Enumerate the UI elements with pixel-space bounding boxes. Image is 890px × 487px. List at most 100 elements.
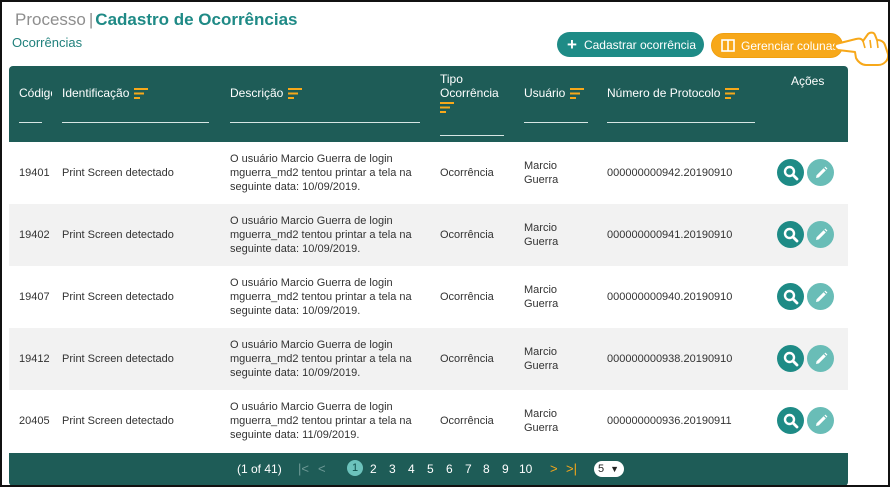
table-row: 20405 Print Screen detectado O usuário M…: [9, 390, 848, 452]
column-header-protocolo[interactable]: Número de Protocolo: [607, 86, 740, 100]
sort-icon[interactable]: [134, 88, 149, 100]
edit-button[interactable]: [807, 283, 834, 310]
cell-protocolo: 000000000940.20190910: [607, 291, 733, 303]
page-number[interactable]: 7: [465, 462, 472, 476]
search-icon: [783, 413, 798, 428]
sort-icon[interactable]: [570, 88, 585, 100]
cell-identificacao: Print Screen detectado: [62, 167, 174, 179]
cell-codigo: 19401: [19, 167, 50, 179]
table-row: 19407 Print Screen detectado O usuário M…: [9, 266, 848, 328]
cell-codigo: 19407: [19, 291, 50, 303]
filter-protocolo[interactable]: [607, 122, 755, 123]
first-page-button[interactable]: |<: [298, 461, 309, 476]
table-row: 19402 Print Screen detectado O usuário M…: [9, 204, 848, 266]
edit-button[interactable]: [807, 221, 834, 248]
filter-usuario[interactable]: [524, 122, 588, 123]
page-number[interactable]: 8: [483, 462, 490, 476]
next-page-button[interactable]: >: [550, 461, 558, 476]
table-row: 19401 Print Screen detectado O usuário M…: [9, 142, 848, 204]
page-number[interactable]: 9: [502, 462, 509, 476]
view-button[interactable]: [777, 221, 804, 248]
filter-tipo[interactable]: [440, 135, 504, 136]
occurrences-table: Código Identificação Descrição Tipo Ocor…: [9, 66, 848, 485]
cell-usuario: Marcio Guerra: [524, 408, 559, 434]
page-number[interactable]: 3: [389, 462, 396, 476]
plus-icon: +: [567, 35, 577, 54]
search-icon: [783, 165, 798, 180]
cell-usuario: Marcio Guerra: [524, 346, 559, 372]
cell-identificacao: Print Screen detectado: [62, 229, 174, 241]
column-header-usuario[interactable]: Usuário: [524, 86, 585, 100]
column-header-descricao[interactable]: Descrição: [230, 86, 303, 100]
edit-button[interactable]: [807, 159, 834, 186]
manage-columns-button[interactable]: Gerenciar colunas: [711, 33, 843, 58]
pointing-hand-icon: [834, 31, 888, 66]
section-subtitle: Ocorrências: [12, 35, 83, 50]
cell-tipo: Ocorrência: [440, 415, 494, 427]
page-number[interactable]: 5: [427, 462, 434, 476]
cell-tipo: Ocorrência: [440, 353, 494, 365]
cell-codigo: 19402: [19, 229, 50, 241]
pencil-icon: [815, 228, 827, 240]
cell-usuario: Marcio Guerra: [524, 222, 559, 248]
sort-icon[interactable]: [288, 88, 303, 100]
view-button[interactable]: [777, 159, 804, 186]
column-header-codigo[interactable]: Código: [19, 86, 52, 100]
breadcrumb-current: Cadastro de Ocorrências: [95, 10, 298, 29]
page-size-select[interactable]: 5 ▼: [594, 461, 624, 477]
edit-button[interactable]: [807, 345, 834, 372]
pagination-info: (1 of 41): [237, 462, 282, 476]
cell-tipo: Ocorrência: [440, 229, 494, 241]
sort-icon[interactable]: [725, 88, 740, 100]
cell-protocolo: 000000000938.20190910: [607, 353, 733, 365]
page-number[interactable]: 6: [446, 462, 453, 476]
cell-identificacao: Print Screen detectado: [62, 353, 174, 365]
cell-protocolo: 000000000941.20190910: [607, 229, 733, 241]
cell-descricao: O usuário Marcio Guerra de login mguerra…: [230, 401, 412, 441]
page-number[interactable]: 10: [519, 462, 532, 476]
cell-protocolo: 000000000936.20190911: [607, 415, 732, 427]
cell-identificacao: Print Screen detectado: [62, 291, 174, 303]
cell-descricao: O usuário Marcio Guerra de login mguerra…: [230, 153, 412, 193]
page-title: Processo | Cadastro de Ocorrências: [15, 10, 298, 30]
cell-descricao: O usuário Marcio Guerra de login mguerra…: [230, 215, 412, 255]
add-occurrence-button[interactable]: + Cadastrar ocorrência: [557, 32, 704, 57]
page-number[interactable]: 4: [408, 462, 415, 476]
pagination-bar: (1 of 41) |< < 1 2 3 4 5 6 7 8 9 10 > >| 5 ▼: [9, 453, 848, 485]
table-header: Código Identificação Descrição Tipo Ocor…: [9, 66, 848, 142]
search-icon: [783, 227, 798, 242]
filter-descricao[interactable]: [230, 122, 420, 123]
pencil-icon: [815, 352, 827, 364]
breadcrumb-parent[interactable]: Processo: [15, 10, 86, 29]
page-number[interactable]: 2: [370, 462, 377, 476]
filter-identificacao[interactable]: [62, 122, 209, 123]
edit-button[interactable]: [807, 407, 834, 434]
cell-descricao: O usuário Marcio Guerra de login mguerra…: [230, 277, 412, 317]
cell-protocolo: 000000000942.20190910: [607, 167, 733, 179]
column-header-tipo[interactable]: Tipo Ocorrência: [440, 72, 499, 116]
prev-page-button[interactable]: <: [318, 461, 326, 476]
manage-columns-label: Gerenciar colunas: [741, 38, 839, 53]
view-button[interactable]: [777, 345, 804, 372]
cell-codigo: 20405: [19, 415, 50, 427]
cell-identificacao: Print Screen detectado: [62, 415, 174, 427]
search-icon: [783, 289, 798, 304]
last-page-button[interactable]: >|: [566, 461, 577, 476]
page-number-current[interactable]: 1: [347, 460, 363, 476]
search-icon: [783, 351, 798, 366]
filter-codigo[interactable]: [19, 122, 42, 123]
add-occurrence-label: Cadastrar ocorrência: [583, 37, 696, 52]
cell-descricao: O usuário Marcio Guerra de login mguerra…: [230, 339, 412, 379]
cell-usuario: Marcio Guerra: [524, 160, 559, 186]
sort-icon[interactable]: [440, 102, 454, 113]
columns-icon: [721, 39, 735, 52]
pencil-icon: [815, 414, 827, 426]
breadcrumb-separator: |: [88, 10, 94, 29]
pencil-icon: [815, 290, 827, 302]
table-row: 19412 Print Screen detectado O usuário M…: [9, 328, 848, 390]
cell-codigo: 19412: [19, 353, 50, 365]
view-button[interactable]: [777, 283, 804, 310]
column-header-identificacao[interactable]: Identificação: [62, 86, 149, 100]
column-header-acoes: Ações: [791, 74, 825, 88]
view-button[interactable]: [777, 407, 804, 434]
